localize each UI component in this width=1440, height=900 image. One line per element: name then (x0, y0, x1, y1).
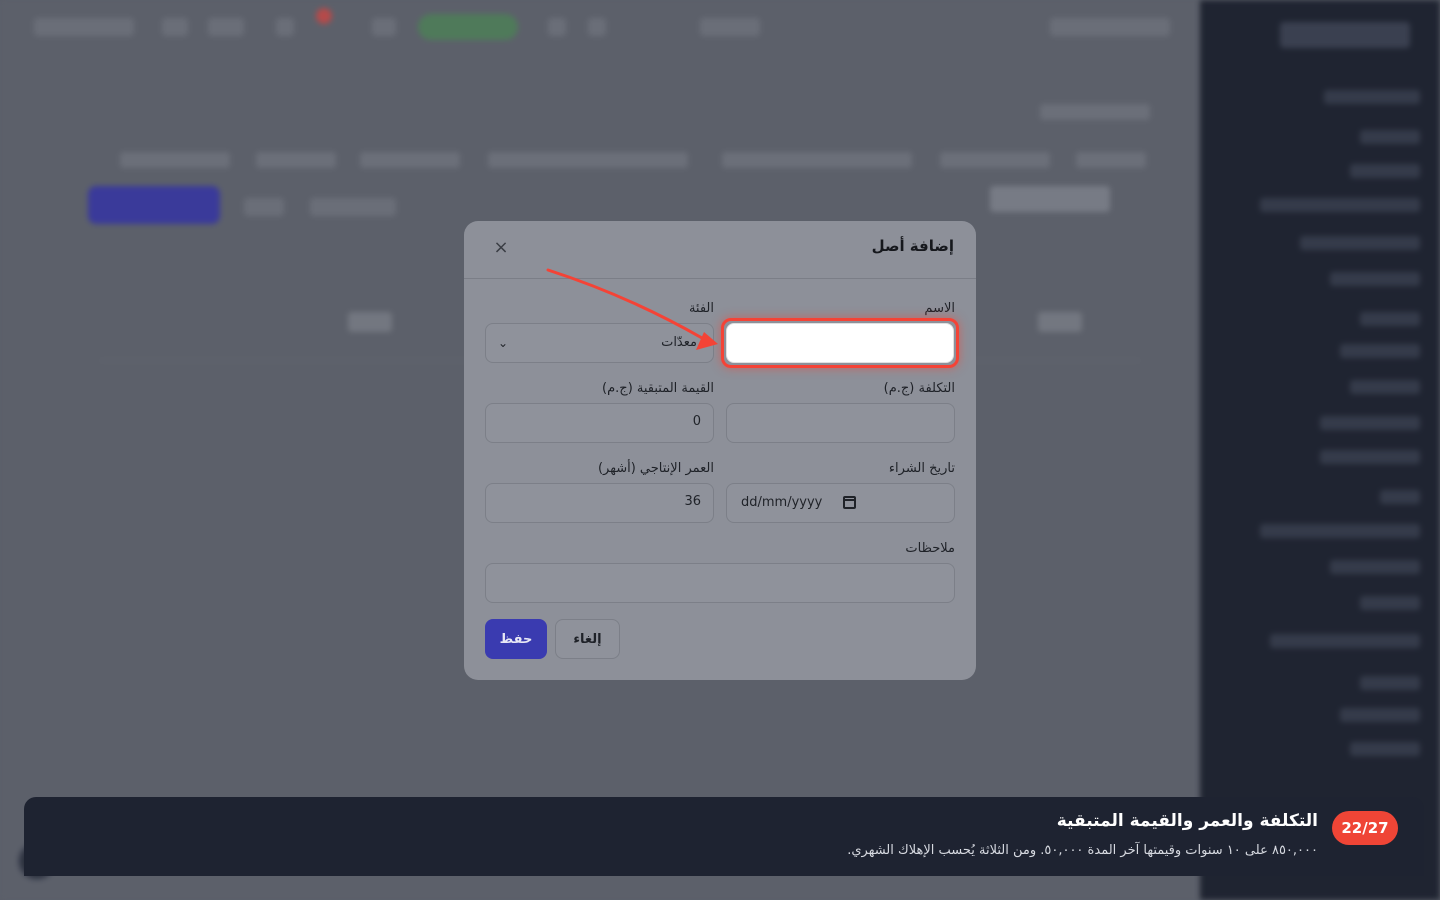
sidebar-item (1330, 560, 1420, 574)
pointer-arrow-icon (546, 268, 718, 350)
background-tab (120, 152, 230, 168)
step-badge: 22/27 (1332, 811, 1398, 845)
sidebar-item (1324, 90, 1420, 104)
purchase-date-placeholder: dd/mm/yyyy (741, 495, 823, 510)
modal-title: إضافة أصل (871, 237, 954, 255)
page-title (990, 186, 1110, 212)
sidebar-item (1320, 450, 1420, 464)
save-button[interactable]: حفظ (485, 619, 547, 659)
name-input[interactable] (726, 323, 954, 363)
salvage-value-text: 0 (692, 414, 701, 429)
stat-value (348, 312, 392, 332)
background-tab (360, 152, 460, 168)
sidebar-item (1350, 742, 1420, 756)
topbar-block (588, 18, 606, 36)
sidebar-item (1360, 130, 1420, 144)
purchase-date-label: تاريخ الشراء (888, 461, 955, 476)
salvage-value-label: القيمة المتبقية (ج.م) (602, 381, 714, 396)
tour-bar: 22/27 التكلفة والعمر والقيمة المتبقية ٨٥… (24, 797, 1424, 876)
sidebar-item (1350, 164, 1420, 178)
sidebar-item (1260, 198, 1420, 212)
useful-life-input[interactable]: 36 (485, 483, 714, 523)
background-link (310, 198, 396, 216)
sidebar-item (1300, 236, 1420, 250)
background-link (244, 198, 284, 216)
background-tab (256, 152, 336, 168)
topbar-block (372, 18, 396, 36)
background-tab (722, 152, 912, 168)
topbar-block (700, 18, 760, 36)
topbar-block (276, 18, 294, 36)
tour-description: ٨٥٠,٠٠٠ على ١٠ سنوات وقيمتها آخر المدة ٥… (847, 843, 1318, 858)
sidebar-item (1340, 708, 1420, 722)
sidebar-item (1350, 380, 1420, 394)
sidebar-item (1360, 312, 1420, 326)
useful-life-text: 36 (684, 494, 701, 509)
background-tab (940, 152, 1050, 168)
topbar-block (34, 18, 134, 36)
sidebar-item (1320, 416, 1420, 430)
add-asset-button (88, 186, 220, 224)
salvage-value-input[interactable]: 0 (485, 403, 714, 443)
sidebar-item (1270, 634, 1420, 648)
sidebar-item (1380, 490, 1420, 504)
cancel-button[interactable]: إلغاء (555, 619, 620, 659)
topbar-block (162, 18, 188, 36)
background-tab (488, 152, 688, 168)
logo (1280, 22, 1410, 48)
status-pill (418, 14, 518, 40)
notes-label: ملاحظات (905, 541, 955, 556)
sidebar-item (1340, 344, 1420, 358)
sidebar-item (1330, 272, 1420, 286)
purchase-date-input[interactable]: dd/mm/yyyy (726, 483, 955, 523)
calendar-icon[interactable] (843, 496, 856, 509)
sidebar (1200, 0, 1440, 900)
notification-badge (316, 8, 332, 24)
cost-input[interactable] (726, 403, 955, 443)
topbar-block (1050, 18, 1170, 36)
sidebar-item (1260, 524, 1420, 538)
cost-label: التكلفة (ج.م) (883, 381, 955, 396)
stat-value (1038, 312, 1082, 332)
close-icon[interactable]: × (490, 237, 512, 259)
chevron-down-icon: ⌄ (498, 336, 509, 350)
topbar-block (208, 18, 244, 36)
breadcrumb (1040, 104, 1150, 120)
useful-life-label: العمر الإنتاجي (أشهر) (597, 461, 714, 476)
tour-title: التكلفة والعمر والقيمة المتبقية (1056, 811, 1318, 831)
notes-input[interactable] (485, 563, 955, 603)
topbar-block (548, 18, 566, 36)
sidebar-item (1360, 596, 1420, 610)
name-label: الاسم (924, 301, 955, 316)
background-tab (1076, 152, 1146, 168)
top-bar (0, 0, 1200, 56)
sidebar-item (1360, 676, 1420, 690)
